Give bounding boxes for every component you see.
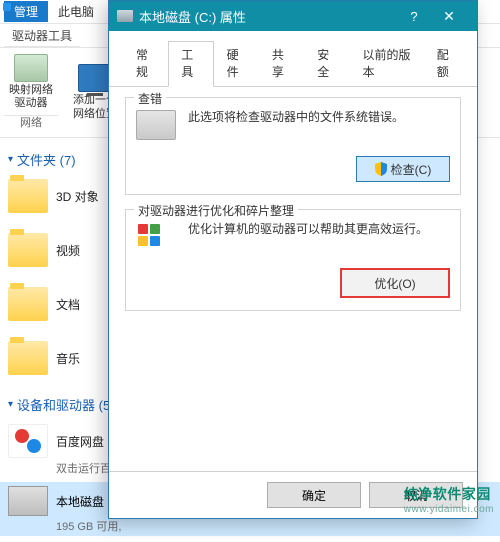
optimize-button[interactable]: 优化(O)	[340, 268, 450, 298]
tab-security[interactable]: 安全	[304, 41, 349, 86]
watermark: 纯净软件家园 www.yidaimei.com	[404, 484, 494, 515]
item-label: 音乐	[56, 350, 80, 367]
defrag-icon	[136, 222, 176, 252]
tab-quota[interactable]: 配额	[424, 41, 469, 86]
ribbon-section-label: 网络	[4, 115, 58, 131]
hdd-icon	[136, 110, 176, 140]
item-sublabel: 195 GB 可用,	[8, 518, 492, 534]
ribbon-subtab-drivetools[interactable]: 驱动器工具	[4, 25, 80, 47]
shield-icon	[375, 162, 387, 176]
help-button[interactable]: ?	[399, 9, 429, 24]
chevron-down-icon: ▾	[8, 399, 13, 410]
drive-icon	[117, 10, 133, 22]
check-legend: 查错	[134, 90, 166, 107]
ribbon-context-label: 此电脑	[48, 1, 104, 22]
optimize-group: 对驱动器进行优化和碎片整理 优化计算机的驱动器可以帮助其更高效运行。 优化(O)	[125, 209, 461, 311]
close-button[interactable]: ✕	[429, 8, 469, 25]
dialog-tabs: 常规 工具 硬件 共享 安全 以前的版本 配额	[109, 31, 477, 87]
ribbon-map-drive-label: 映射网络驱动器	[4, 84, 58, 110]
check-button[interactable]: 检查(C)	[356, 156, 450, 182]
optimize-legend: 对驱动器进行优化和碎片整理	[134, 202, 298, 219]
check-group: 查错 此选项将检查驱动器中的文件系统错误。 检查(C)	[125, 97, 461, 195]
tab-previous[interactable]: 以前的版本	[349, 41, 423, 86]
folders-header-label: 文件夹 (7)	[17, 150, 76, 169]
chevron-down-icon: ▾	[8, 154, 13, 165]
drive-icon	[14, 54, 48, 82]
item-label: 百度网盘	[56, 433, 104, 450]
folder-icon	[8, 341, 48, 375]
folder-icon	[8, 233, 48, 267]
watermark-url: www.yidaimei.com	[404, 504, 494, 515]
baidu-icon	[8, 424, 48, 458]
folder-icon	[8, 287, 48, 321]
devices-header-label: 设备和驱动器 (5)	[17, 395, 115, 414]
properties-dialog: 本地磁盘 (C:) 属性 ? ✕ 常规 工具 硬件 共享 安全 以前的版本 配额…	[108, 0, 478, 519]
dialog-title: 本地磁盘 (C:) 属性	[139, 7, 246, 26]
check-button-label: 检查(C)	[391, 161, 432, 178]
optimize-text: 优化计算机的驱动器可以帮助其更高效运行。	[188, 220, 450, 239]
watermark-brand: 纯净软件家园	[404, 486, 491, 502]
check-text: 此选项将检查驱动器中的文件系统错误。	[188, 108, 450, 127]
folder-icon	[8, 179, 48, 213]
pc-icon	[78, 64, 112, 92]
dialog-titlebar[interactable]: 本地磁盘 (C:) 属性 ? ✕	[109, 1, 477, 31]
tab-tools[interactable]: 工具	[168, 41, 213, 87]
tab-general[interactable]: 常规	[123, 41, 168, 86]
optimize-button-label: 优化(O)	[374, 275, 415, 292]
item-label: 3D 对象	[56, 188, 99, 205]
tab-sharing[interactable]: 共享	[259, 41, 304, 86]
dialog-pane: 查错 此选项将检查驱动器中的文件系统错误。 检查(C) 对驱动器进行优化和碎片整…	[109, 87, 477, 471]
item-label: 文档	[56, 296, 80, 313]
drive-icon	[8, 486, 48, 516]
tab-hardware[interactable]: 硬件	[214, 41, 259, 86]
item-label: 视频	[56, 242, 80, 259]
ok-button[interactable]: 确定	[267, 482, 361, 508]
ribbon-map-drive[interactable]: 映射网络驱动器 网络	[4, 54, 58, 131]
